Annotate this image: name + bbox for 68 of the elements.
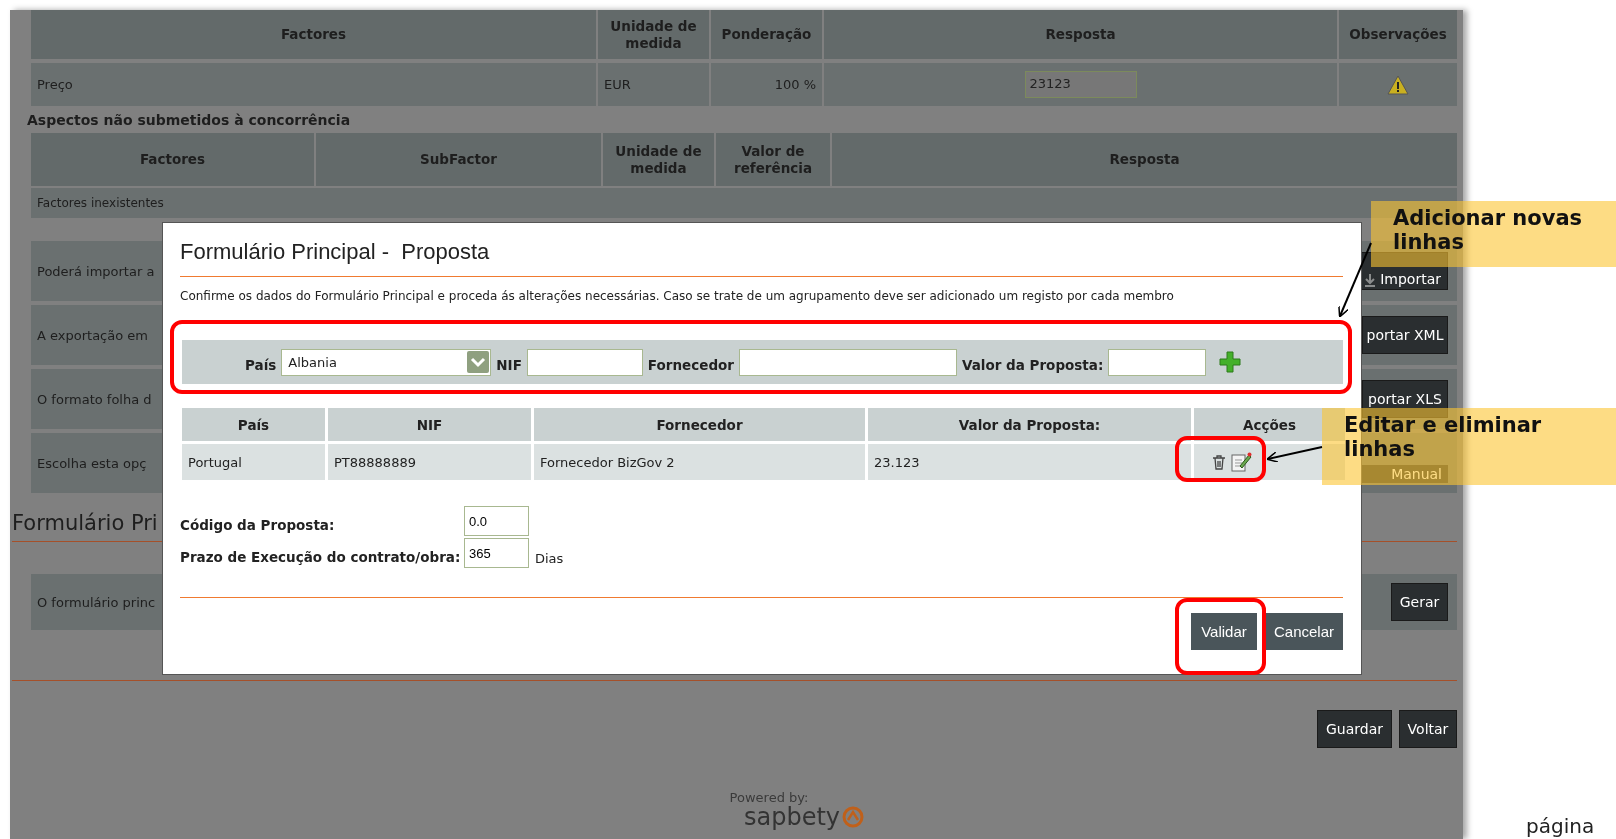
column-header: Valor de referência [716,133,830,186]
input-field[interactable]: 0.0 [464,506,529,536]
table-cell: Preço [31,63,596,106]
input-field[interactable] [1108,348,1207,376]
edit-icon [1229,451,1252,473]
arrow [1266,446,1323,463]
unit-label: Dias [535,550,564,566]
empty-message: Factores inexistentes [37,196,164,210]
column-header: Resposta [824,10,1337,59]
section-title: Formulário Pri [12,511,158,537]
dialog-button[interactable]: Cancelar [1265,613,1343,650]
field-label: Valor da Proposta: [962,357,1104,373]
delete-button[interactable] [1211,454,1226,470]
table-cell: PT88888889 [328,444,531,480]
column-header: Unidade de medida [598,10,709,59]
column-header: Ponderação [711,10,822,59]
generate-button[interactable]: Gerar [1391,583,1448,621]
column-header: Observações [1339,10,1457,59]
instructions-text: Confirme os dados do Formulário Principal e proceda ás alterações necessárias. Caso se trate de um agrupamento deve ser adicionado um registo por cada membro [180,289,1175,303]
field-label: País [245,357,277,373]
footer-button[interactable]: Guardar [1317,710,1392,748]
plus-icon [1219,351,1242,373]
table-cell: Fornecedor BizGov 2 [534,444,865,480]
section-title: Aspectos não submetidos à concorrência [27,111,351,128]
powered-by-text: Powered by: [729,790,809,805]
table-cell: EUR [598,63,709,106]
option-text: Poderá importar a [37,263,155,279]
add-button[interactable] [1219,351,1242,373]
answer-field[interactable]: 23123 [1024,71,1137,98]
chevron-down-icon [467,351,490,373]
column-header: Resposta [832,133,1457,186]
column-header: Factores [31,10,596,59]
edit-button[interactable] [1229,451,1252,473]
option-text: Escolha esta opç [37,455,147,471]
trash-icon [1211,454,1226,470]
footer-button[interactable]: Voltar [1399,710,1457,748]
column-header: Valor da Proposta: [868,408,1191,441]
option-text: O formato folha d [37,391,152,407]
logo-icon [842,806,865,828]
option-text: O formulário princ [37,594,156,610]
column-header: País [182,408,325,441]
option-button[interactable]: portar XML [1362,316,1448,354]
column-header: Unidade de medida [603,133,714,186]
table-cell: Portugal [182,444,325,480]
import-icon [1364,273,1377,287]
callout-tooltip: Adicionar novas linhas [1371,201,1616,267]
column-header: Factores [31,133,314,186]
dialog-title: Formulário Principal - Proposta [180,239,491,266]
input-field[interactable] [739,348,957,376]
column-header: Fornecedor [534,408,865,441]
table-cell: 100 % [711,63,822,106]
table-cell: 23.123 [868,444,1191,480]
input-field[interactable]: 365 [464,538,529,568]
field-label: NIF [496,357,522,373]
country-select[interactable]: Albania [281,348,492,376]
column-header: SubFactor [316,133,601,186]
column-header: NIF [328,408,531,441]
input-field[interactable] [526,348,643,376]
field-label: Código da Proposta: [180,517,336,533]
option-button[interactable]: Importar [1360,252,1448,290]
warning-icon [1387,74,1409,95]
logo-text: sapbety [743,805,841,829]
column-header: Acções [1194,408,1345,441]
dialog-button[interactable]: Validar [1191,613,1257,650]
field-label: Prazo de Execução do contrato/obra: [180,549,462,565]
field-label: Fornecedor [647,357,734,373]
page-label: página [1526,814,1595,838]
option-text: A exportação em [37,327,148,343]
